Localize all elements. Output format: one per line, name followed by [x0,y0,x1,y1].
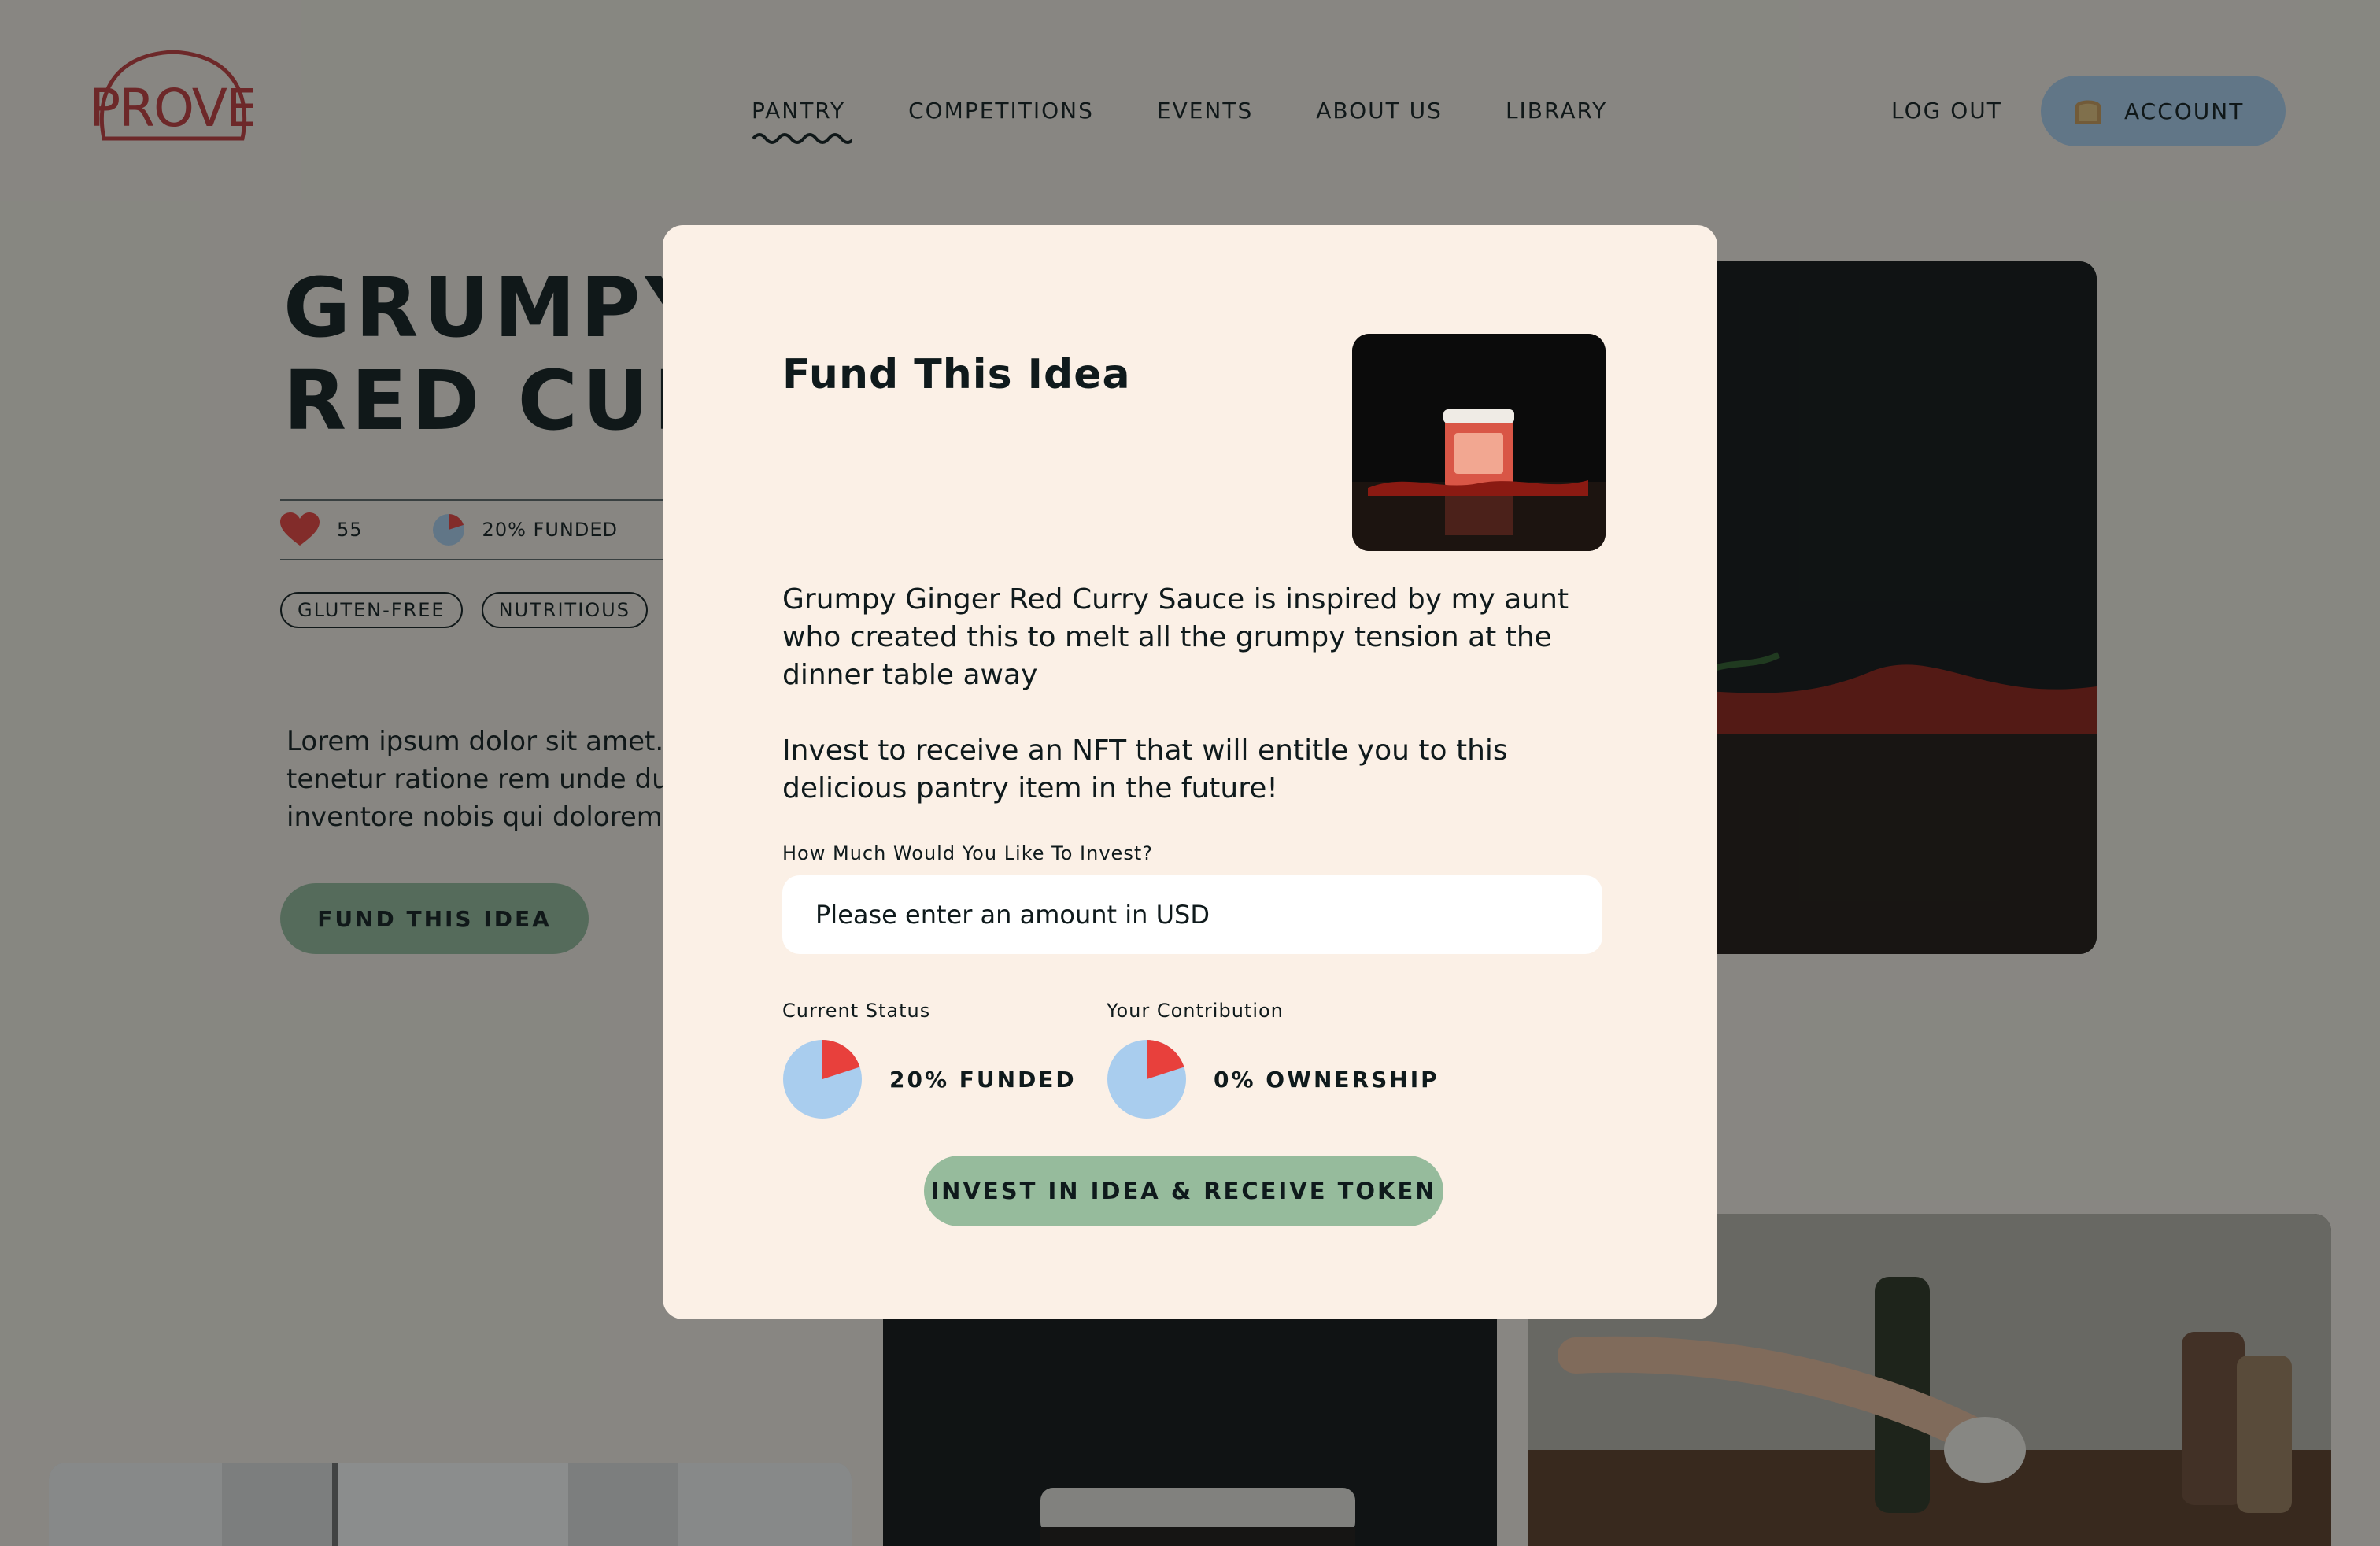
your-contribution: Your Contribution 0% OWNERSHIP [1107,1000,1439,1119]
nft-explainer: Invest to receive an NFT that will entit… [782,734,1508,804]
idea-description: Grumpy Ginger Red Curry Sauce is inspire… [782,583,1569,691]
contribution-label: Your Contribution [1107,1000,1284,1022]
fund-idea-modal: Fund This Idea Grumpy Ginger Red Curry S… [663,225,1717,1319]
invest-receive-token-button[interactable]: INVEST IN IDEA & RECEIVE TOKEN [924,1156,1443,1226]
current-status: Current Status 20% FUNDED [782,1000,1077,1119]
contribution-value: 0% OWNERSHIP [1214,1066,1439,1093]
funded-pie-chart [783,1040,862,1119]
current-status-value: 20% FUNDED [889,1066,1077,1093]
ownership-pie-chart [1107,1040,1186,1119]
modal-description: Grumpy Ginger Red Curry Sauce is inspire… [782,581,1617,808]
current-status-label: Current Status [782,1000,931,1022]
jar-thumbnail-image [1352,334,1606,551]
invest-amount-input[interactable] [782,875,1602,954]
modal-title: Fund This Idea [782,351,1131,398]
invest-amount-label: How Much Would You Like To Invest? [782,842,1153,864]
product-thumbnail [1352,334,1606,551]
